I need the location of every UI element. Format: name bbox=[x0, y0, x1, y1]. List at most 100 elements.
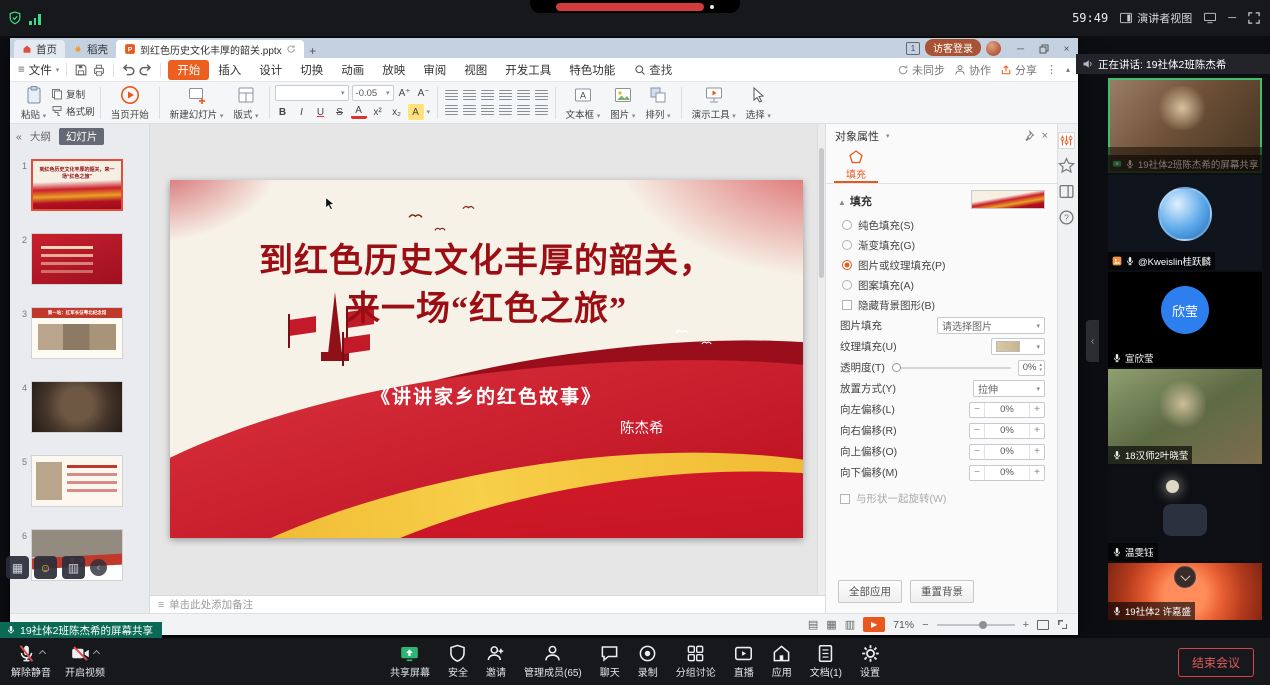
redo-icon[interactable] bbox=[139, 63, 153, 77]
help-icon[interactable]: ? bbox=[1058, 209, 1075, 226]
collapse-panel-handle[interactable]: ‹ bbox=[1086, 320, 1099, 362]
offset-stepper[interactable]: −0%+ bbox=[969, 465, 1045, 481]
highlight-button[interactable]: A bbox=[408, 104, 424, 120]
pin-icon[interactable] bbox=[1023, 130, 1035, 142]
account-avatar[interactable] bbox=[986, 41, 1001, 56]
close-panel-icon[interactable]: × bbox=[1042, 130, 1048, 142]
control-doc[interactable]: 文档(1) bbox=[803, 640, 849, 682]
participant-tile[interactable]: @Kweislin桂跃麟 bbox=[1108, 175, 1262, 270]
notes-bar[interactable]: ≡ 单击此处添加备注 bbox=[150, 595, 825, 613]
increment-button[interactable]: + bbox=[1029, 445, 1044, 459]
grid-widget-button[interactable]: ▦ bbox=[6, 556, 29, 579]
checkbox[interactable] bbox=[842, 300, 852, 310]
present-tools-button[interactable]: 演示工具 ▾ bbox=[687, 83, 741, 123]
zoom-knob[interactable] bbox=[979, 621, 987, 629]
subscript-button[interactable]: x₂ bbox=[389, 104, 405, 120]
file-menu[interactable]: 文件 bbox=[29, 62, 52, 78]
increase-font-button[interactable]: A⁺ bbox=[397, 85, 413, 101]
increment-button[interactable]: + bbox=[1029, 424, 1044, 438]
vertical-scrollbar[interactable] bbox=[817, 124, 825, 595]
apply-all-button[interactable]: 全部应用 bbox=[838, 580, 902, 603]
textbox-button[interactable]: A 文本框 ▾ bbox=[561, 83, 606, 123]
decrease-font-button[interactable]: A⁻ bbox=[416, 85, 432, 101]
menu-设计[interactable]: 设计 bbox=[250, 60, 291, 80]
texture-fill-dropdown[interactable]: ▾ bbox=[991, 338, 1045, 355]
more-menu-icon[interactable]: ⋮ bbox=[1046, 63, 1057, 76]
fill-option[interactable]: 渐变填充(G) bbox=[826, 235, 1057, 255]
tab-outline[interactable]: 大纲 bbox=[30, 129, 51, 144]
align-right-icon[interactable] bbox=[481, 105, 494, 115]
tab-home[interactable]: 首页 bbox=[14, 40, 65, 58]
tab-slides[interactable]: 幻灯片 bbox=[59, 128, 105, 145]
italic-button[interactable]: I bbox=[294, 104, 310, 120]
strikethrough-button[interactable]: S bbox=[332, 104, 348, 120]
participant-tile[interactable]: 欣莹宣欣莹 bbox=[1108, 272, 1262, 367]
increment-button[interactable]: + bbox=[1029, 403, 1044, 417]
slide-author[interactable]: 陈杰希 bbox=[620, 417, 664, 438]
offset-stepper[interactable]: −0%+ bbox=[969, 402, 1045, 418]
control-share-screen[interactable]: 共享屏幕 bbox=[383, 640, 437, 682]
font-color-button[interactable]: A bbox=[351, 106, 367, 119]
participant-tile[interactable]: 温雯钰 bbox=[1108, 466, 1262, 561]
collapse-ribbon-icon[interactable]: ▴ bbox=[1066, 65, 1070, 74]
control-breakout[interactable]: 分组讨论 bbox=[669, 640, 723, 682]
transparency-value[interactable]: 0%▴▾ bbox=[1018, 360, 1045, 376]
layout-pane-icon[interactable] bbox=[1058, 183, 1075, 200]
layout-button[interactable]: 版式 ▾ bbox=[228, 83, 263, 123]
slide-sorter-button[interactable]: ▦ bbox=[826, 618, 836, 631]
fullscreen-icon[interactable] bbox=[1248, 12, 1260, 24]
slide-thumbnail[interactable] bbox=[31, 381, 123, 433]
rotate-with-shape-row[interactable]: 与形状一起旋转(W) bbox=[826, 483, 1057, 506]
participant-tile[interactable]: 18汉师2叶晓莹 bbox=[1108, 369, 1262, 464]
participant-tile[interactable]: 19社体2班陈杰希的屏幕共享 bbox=[1108, 78, 1262, 173]
underline-button[interactable]: U bbox=[313, 104, 329, 120]
fit-slide-button[interactable] bbox=[1037, 620, 1049, 630]
slide-thumbnail[interactable] bbox=[31, 233, 123, 285]
radio-selected[interactable] bbox=[842, 260, 852, 270]
menu-视图[interactable]: 视图 bbox=[455, 60, 496, 80]
menu-放映[interactable]: 放映 bbox=[373, 60, 414, 80]
hamburger-icon[interactable]: ≡ bbox=[18, 64, 25, 76]
new-slide-button[interactable]: 新建幻灯片 ▾ bbox=[165, 83, 229, 123]
font-family-select[interactable]: ▾ bbox=[275, 85, 349, 101]
play-from-current-button[interactable]: 当页开始 bbox=[106, 83, 154, 123]
decrement-button[interactable]: − bbox=[970, 466, 985, 480]
control-invite[interactable]: 邀请 bbox=[479, 640, 513, 682]
justify-icon[interactable] bbox=[499, 105, 512, 115]
menu-审阅[interactable]: 审阅 bbox=[414, 60, 455, 80]
collapse-panel-icon[interactable]: « bbox=[16, 131, 22, 143]
select-button[interactable]: 选择 ▾ bbox=[741, 83, 776, 123]
increase-indent-icon[interactable] bbox=[499, 90, 512, 100]
reading-view-button[interactable]: ▥ bbox=[845, 618, 855, 631]
fill-option[interactable]: 纯色填充(S) bbox=[826, 215, 1057, 235]
speaker-view-button[interactable]: 演讲者视图 bbox=[1120, 10, 1192, 26]
menu-特色功能[interactable]: 特色功能 bbox=[560, 60, 624, 80]
save-icon[interactable] bbox=[74, 63, 88, 77]
caption-widget-button[interactable]: ▥ bbox=[62, 556, 85, 579]
tab-document[interactable]: P 到红色历史文化丰厚的韶关.pptx bbox=[116, 40, 304, 58]
scroll-down-button[interactable] bbox=[1174, 566, 1196, 588]
slide-canvas-area[interactable]: 到红色历史文化丰厚的韶关， 来一场“红色之旅” 《讲讲家乡的红色故事》 陈杰希 … bbox=[150, 124, 825, 613]
tab-docer[interactable]: 稻壳 bbox=[65, 40, 116, 58]
share-button[interactable]: 分享 bbox=[1000, 62, 1037, 78]
decrement-button[interactable]: − bbox=[970, 403, 985, 417]
paste-button[interactable]: 粘贴 ▾ bbox=[16, 83, 51, 123]
bold-button[interactable]: B bbox=[275, 104, 291, 120]
minimize-window-icon[interactable]: ─ bbox=[1228, 12, 1236, 24]
font-more-caret[interactable]: ▾ bbox=[427, 108, 431, 116]
undo-icon[interactable] bbox=[121, 63, 135, 77]
control-shield[interactable]: 安全 bbox=[441, 640, 475, 682]
control-record[interactable]: 录制 bbox=[631, 640, 665, 682]
zoom-out-button[interactable]: − bbox=[922, 619, 928, 631]
control-chat[interactable]: 聊天 bbox=[593, 640, 627, 682]
slideshow-button[interactable]: ▶ bbox=[863, 617, 885, 632]
bullet-list-icon[interactable] bbox=[445, 90, 458, 100]
zoom-in-button[interactable]: + bbox=[1023, 619, 1029, 631]
menu-开发工具[interactable]: 开发工具 bbox=[496, 60, 560, 80]
menu-切换[interactable]: 切换 bbox=[291, 60, 332, 80]
numbered-list-icon[interactable] bbox=[463, 90, 476, 100]
restore-button[interactable] bbox=[1032, 40, 1055, 58]
tab-fill[interactable]: 填充 bbox=[834, 148, 878, 183]
new-tab-button[interactable]: + bbox=[304, 44, 322, 58]
radio[interactable] bbox=[842, 220, 852, 230]
